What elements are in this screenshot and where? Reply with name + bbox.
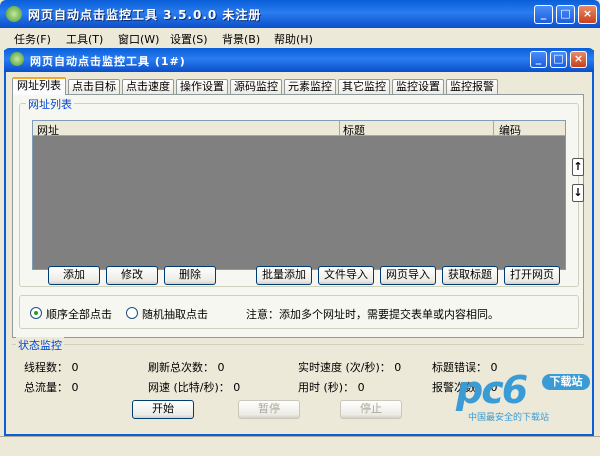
radio-random[interactable]: [126, 307, 138, 319]
file-import-button[interactable]: 文件导入: [318, 266, 374, 285]
column-separator[interactable]: [339, 121, 340, 136]
radio-sequential[interactable]: [30, 307, 42, 319]
url-list-group: 网址列表 网址 标题 编码 ↑ ↓ 添加 修改 删除 批量添加 文件导入 网页导…: [19, 96, 584, 287]
menu-bar: 任务(F) 工具(T) 窗口(W) 设置(S) 背景(B) 帮助(H): [0, 28, 600, 48]
click-mode-group: 顺序全部点击 随机抽取点击 注意：添加多个网址时，需要提交表单或内容相同。: [19, 295, 579, 329]
menu-help[interactable]: 帮助(H): [274, 31, 313, 47]
tab-other-monitor[interactable]: 其它监控: [338, 79, 390, 94]
tab-url-list[interactable]: 网址列表: [12, 77, 66, 95]
move-down-button[interactable]: ↓: [572, 184, 584, 202]
window-title: 网页自动点击监控工具 3.5.0.0 未注册: [28, 8, 262, 22]
tab-operation-settings[interactable]: 操作设置: [176, 79, 228, 94]
child-titlebar[interactable]: 网页自动点击监控工具 (1#) _ □ ×: [4, 48, 594, 72]
stat-traffic: 总流量： 0: [24, 381, 79, 394]
child-title: 网页自动点击监控工具 (1#): [30, 55, 186, 68]
watermark-badge: 下载站: [542, 374, 590, 390]
url-table[interactable]: 网址 标题 编码: [32, 120, 566, 270]
tab-monitor-settings[interactable]: 监控设置: [392, 79, 444, 94]
watermark-tagline: 中国最安全的下载站: [468, 413, 550, 423]
menu-task[interactable]: 任务(F): [14, 31, 51, 47]
web-import-button[interactable]: 网页导入: [380, 266, 436, 285]
add-button[interactable]: 添加: [48, 266, 100, 285]
close-button[interactable]: ×: [578, 5, 597, 24]
child-close-button[interactable]: ×: [570, 51, 587, 68]
stop-button[interactable]: 停止: [340, 400, 402, 419]
status-bar: [0, 436, 600, 456]
tab-strip: 网址列表 点击目标 点击速度 操作设置 源码监控 元素监控 其它监控 监控设置 …: [12, 77, 572, 95]
status-monitor-legend: 状态监控: [16, 337, 64, 353]
pc6-watermark: pc6 下载站 中国最安全的下载站: [452, 368, 592, 428]
window-titlebar[interactable]: 网页自动点击监控工具 3.5.0.0 未注册 _ □ ×: [0, 0, 600, 28]
menu-window[interactable]: 窗口(W): [118, 31, 159, 47]
open-webpage-button[interactable]: 打开网页: [504, 266, 560, 285]
menu-tools[interactable]: 工具(T): [66, 31, 103, 47]
edit-button[interactable]: 修改: [106, 266, 158, 285]
child-maximize-button[interactable]: □: [550, 51, 567, 68]
url-table-header: 网址 标题 编码: [33, 121, 565, 138]
maximize-button[interactable]: □: [556, 5, 575, 24]
app-logo-icon: [6, 6, 22, 22]
tab-element-monitor[interactable]: 元素监控: [284, 79, 336, 94]
tab-click-target[interactable]: 点击目标: [68, 79, 120, 94]
menu-background[interactable]: 背景(B): [222, 31, 260, 47]
note-text: 注意：添加多个网址时，需要提交表单或内容相同。: [246, 308, 499, 321]
column-title[interactable]: 标题: [343, 122, 365, 138]
radio-random-label[interactable]: 随机抽取点击: [142, 306, 208, 322]
stat-elapsed: 用时 (秒)： 0: [298, 381, 365, 394]
menu-settings[interactable]: 设置(S): [170, 31, 208, 47]
tab-source-monitor[interactable]: 源码监控: [230, 79, 282, 94]
stat-threads: 线程数： 0: [24, 361, 79, 374]
watermark-logo: pc6: [456, 368, 528, 412]
tab-click-speed[interactable]: 点击速度: [122, 79, 174, 94]
column-separator[interactable]: [493, 121, 494, 136]
child-minimize-button[interactable]: _: [530, 51, 547, 68]
start-button[interactable]: 开始: [132, 400, 194, 419]
tab-monitor-alarm[interactable]: 监控报警: [446, 79, 498, 94]
batch-add-button[interactable]: 批量添加: [256, 266, 312, 285]
move-up-button[interactable]: ↑: [572, 158, 584, 176]
column-url[interactable]: 网址: [37, 122, 59, 138]
stat-refresh-total: 刷新总次数： 0: [148, 361, 225, 374]
pause-button[interactable]: 暂停: [238, 400, 300, 419]
radio-sequential-label[interactable]: 顺序全部点击: [46, 306, 112, 322]
tab-panel-url-list: 网址列表 网址 标题 编码 ↑ ↓ 添加 修改 删除 批量添加 文件导入 网页导…: [12, 94, 584, 338]
child-logo-icon: [10, 52, 24, 66]
stat-net-speed: 网速 (比特/秒)： 0: [148, 381, 241, 394]
url-list-legend: 网址列表: [26, 96, 74, 112]
minimize-button[interactable]: _: [534, 5, 553, 24]
stat-speed: 实时速度 (次/秒)： 0: [298, 361, 402, 374]
column-encoding[interactable]: 编码: [499, 122, 521, 138]
get-title-button[interactable]: 获取标题: [442, 266, 498, 285]
delete-button[interactable]: 删除: [164, 266, 216, 285]
